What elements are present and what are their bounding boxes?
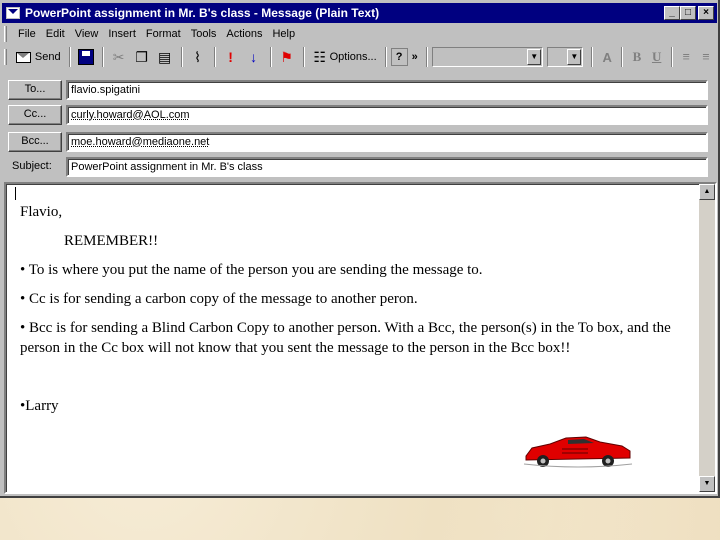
cc-button[interactable]: Cc...: [8, 105, 62, 125]
help-icon: ?: [395, 51, 403, 63]
align-center-button[interactable]: ≡: [696, 46, 716, 68]
clipboard-icon: ▤: [157, 49, 172, 65]
chevron-right-icon: »: [411, 51, 418, 63]
options-label: Options...: [329, 51, 377, 63]
bullet-to: • To is where you put the name of the pe…: [20, 262, 483, 278]
cut-button[interactable]: ✂: [108, 46, 130, 68]
low-importance-button[interactable]: ↓: [243, 46, 265, 68]
subject-field[interactable]: PowerPoint assignment in Mr. B's class: [66, 157, 708, 177]
toolbar-more-button[interactable]: »: [409, 46, 421, 68]
copy-button[interactable]: ❐: [131, 46, 153, 68]
envelope-icon: [6, 7, 20, 19]
exclamation-icon: !: [228, 49, 233, 65]
send-button[interactable]: Send: [13, 46, 64, 68]
chevron-down-icon: ▼: [527, 49, 542, 65]
font-name-select[interactable]: ▼: [431, 47, 544, 67]
font-color-button[interactable]: A: [597, 46, 617, 68]
signature: •Larry: [20, 398, 59, 414]
vertical-scrollbar[interactable]: ▲ ▼: [699, 184, 715, 492]
toolbar-separator: [670, 47, 673, 67]
toolbar-separator: [591, 47, 594, 67]
flag-icon: ⚑: [280, 49, 293, 65]
paste-button[interactable]: ▤: [154, 46, 176, 68]
to-button[interactable]: To...: [8, 80, 62, 100]
cc-address: curly.howard@AOL.com: [71, 109, 190, 121]
to-field[interactable]: flavio.spigatini: [66, 80, 708, 100]
window-controls: _ □ ×: [664, 6, 714, 20]
bcc-address: moe.howard@mediaone.net: [71, 136, 210, 148]
menu-file[interactable]: File: [13, 28, 41, 40]
align-left-icon: ≡: [682, 49, 691, 64]
toolbar-grip[interactable]: [4, 49, 7, 65]
scissors-icon: ✂: [112, 49, 125, 65]
menu-bar: File Edit View Insert Format Tools Actio…: [4, 25, 300, 43]
toolbar-separator: [101, 47, 104, 67]
toolbar-separator: [384, 47, 387, 67]
paperclip-icon: ⌇: [194, 49, 202, 65]
message-text: Flavio, REMEMBER!! • To is where you put…: [20, 202, 700, 425]
bullet-cc: • Cc is for sending a carbon copy of the…: [20, 291, 418, 307]
menu-help[interactable]: Help: [267, 28, 300, 40]
menu-grip[interactable]: [4, 26, 7, 42]
cc-field[interactable]: curly.howard@AOL.com: [66, 105, 708, 125]
options-icon: ☷: [313, 49, 326, 65]
menu-edit[interactable]: Edit: [41, 28, 70, 40]
greeting: Flavio,: [20, 204, 63, 220]
font-color-icon: A: [602, 49, 612, 65]
send-label: Send: [34, 51, 61, 63]
scroll-up-arrow[interactable]: ▲: [699, 184, 715, 200]
blank-space: [20, 367, 700, 396]
message-body[interactable]: Flavio, REMEMBER!! • To is where you put…: [4, 182, 717, 494]
message-window: PowerPoint assignment in Mr. B's class -…: [0, 0, 720, 498]
remember-line: REMEMBER!!: [64, 233, 159, 249]
toolbar-separator: [621, 47, 624, 67]
font-size-select[interactable]: ▼: [547, 47, 584, 67]
menu-actions[interactable]: Actions: [221, 28, 267, 40]
menu-format[interactable]: Format: [141, 28, 186, 40]
standard-toolbar: Send ✂ ❐ ▤ ⌇ ! ↓ ⚑ ☷ Options... ? » ▼ ▼ …: [4, 44, 716, 70]
options-button[interactable]: ☷ Options...: [309, 46, 380, 68]
scroll-down-arrow[interactable]: ▼: [699, 476, 715, 492]
menu-insert[interactable]: Insert: [103, 28, 141, 40]
menu-tools[interactable]: Tools: [186, 28, 222, 40]
toolbar-separator: [425, 47, 428, 67]
title-bar[interactable]: PowerPoint assignment in Mr. B's class -…: [2, 3, 717, 23]
red-sports-car-clipart: [523, 436, 633, 468]
toolbar-separator: [68, 47, 71, 67]
minimize-button[interactable]: _: [664, 6, 680, 20]
attach-button[interactable]: ⌇: [187, 46, 209, 68]
maximize-button[interactable]: □: [680, 6, 696, 20]
help-button[interactable]: ?: [390, 48, 408, 66]
subject-label: Subject:: [12, 160, 52, 172]
copy-icon: ❐: [135, 49, 148, 65]
chevron-down-icon: ▼: [567, 49, 582, 65]
down-arrow-icon: ↓: [250, 49, 258, 65]
flag-button[interactable]: ⚑: [276, 46, 298, 68]
align-center-icon: ≡: [702, 49, 710, 64]
window-title: PowerPoint assignment in Mr. B's class -…: [25, 6, 380, 20]
high-importance-button[interactable]: !: [220, 46, 242, 68]
text-caret: [15, 187, 16, 200]
menu-view[interactable]: View: [70, 28, 104, 40]
align-left-button[interactable]: ≡: [677, 46, 697, 68]
toolbar-separator: [213, 47, 216, 67]
save-icon: [77, 49, 94, 65]
underline-button[interactable]: U: [647, 46, 667, 68]
save-button[interactable]: [75, 46, 97, 68]
bcc-button[interactable]: Bcc...: [8, 132, 62, 152]
toolbar-separator: [180, 47, 183, 67]
close-button[interactable]: ×: [698, 6, 714, 20]
bold-button[interactable]: B: [627, 46, 647, 68]
toolbar-separator: [302, 47, 305, 67]
send-icon: [15, 51, 31, 63]
toolbar-separator: [269, 47, 272, 67]
bcc-field[interactable]: moe.howard@mediaone.net: [66, 132, 708, 152]
bullet-bcc: • Bcc is for sending a Blind Carbon Copy…: [20, 320, 671, 356]
